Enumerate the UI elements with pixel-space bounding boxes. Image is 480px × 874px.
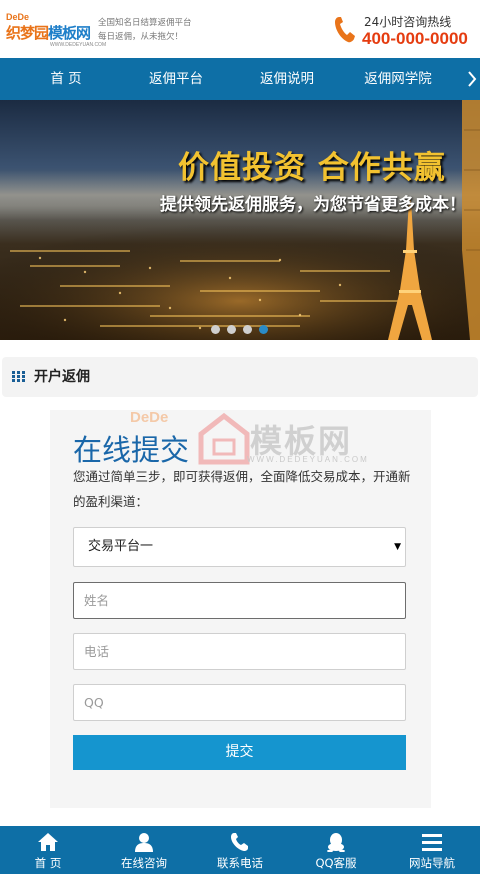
platform-select[interactable]: 交易平台一 ▼	[73, 527, 406, 567]
bottom-nav-label: 网站导航	[409, 856, 455, 870]
bottom-nav: 首 页 在线咨询 联系电话 QQ客服 网站导航	[0, 826, 480, 874]
logo-part3: 模板网	[48, 24, 91, 42]
slider-dot[interactable]	[211, 325, 220, 334]
nav-item-platforms[interactable]: 返佣平台	[126, 58, 226, 100]
phone-icon	[231, 833, 248, 851]
logo-part2: 园	[34, 24, 49, 42]
grid-icon	[12, 371, 25, 382]
form-description: 您通过简单三步，即可获得返佣，全面降低交易成本，开通新的盈利渠道：	[73, 469, 411, 509]
banner-subtitle: 提供领先返佣服务，为您节省更多成本！	[160, 195, 466, 215]
menu-icon	[422, 834, 442, 851]
section-header: 开户返佣	[2, 357, 478, 397]
hotline-number[interactable]: 400-000-0000	[362, 29, 468, 49]
bottom-nav-home[interactable]: 首 页	[0, 826, 96, 874]
name-field[interactable]	[73, 582, 406, 619]
phone-field[interactable]	[73, 633, 406, 670]
logo-dede-text: DeDe	[6, 12, 30, 22]
bottom-nav-phone[interactable]: 联系电话	[192, 826, 288, 874]
bottom-nav-label: 联系电话	[217, 856, 263, 870]
home-icon	[38, 833, 58, 851]
hotline[interactable]: 24小时咨询热线 400-000-0000	[334, 12, 474, 50]
section-title: 开户返佣	[34, 369, 90, 385]
caret-down-icon: ▼	[394, 542, 401, 552]
tagline-line2: 每日返佣，从未拖欠！	[98, 32, 184, 42]
banner-title: 价值投资 合作共赢	[178, 150, 446, 186]
qq-field[interactable]	[73, 684, 406, 721]
bottom-nav-label: 在线咨询	[121, 856, 167, 870]
site-logo[interactable]: DeDe 织梦园模板网 WWW.DEDEYUAN.COM	[6, 12, 106, 48]
slider-dot[interactable]	[227, 325, 236, 334]
bottom-nav-label: 首 页	[34, 856, 62, 870]
nav-item-home[interactable]: 首 页	[16, 58, 116, 100]
watermark-dede: DeDe	[130, 409, 169, 426]
bottom-nav-consult[interactable]: 在线咨询	[96, 826, 192, 874]
form-title: 在线提交	[73, 433, 190, 467]
bottom-nav-qq[interactable]: QQ客服	[288, 826, 384, 874]
qq-icon	[327, 833, 345, 852]
hotline-label: 24小时咨询热线	[364, 15, 452, 29]
user-icon	[135, 833, 153, 852]
tagline-line1: 全国知名日结算返佣平台	[98, 18, 192, 28]
phone-icon	[335, 17, 355, 43]
nav-item-rebate-info[interactable]: 返佣说明	[237, 58, 337, 100]
bottom-nav-sitemap[interactable]: 网站导航	[384, 826, 480, 874]
bottom-nav-label: QQ客服	[315, 856, 357, 870]
slider-dots	[211, 325, 271, 335]
hero-banner[interactable]: 价值投资 合作共赢 提供领先返佣服务，为您节省更多成本！	[0, 100, 480, 340]
platform-select-value: 交易平台一	[88, 539, 154, 554]
main-nav: 首 页 返佣平台 返佣说明 返佣网学院	[0, 58, 480, 100]
slider-dot[interactable]	[243, 325, 252, 334]
header-tagline: 全国知名日结算返佣平台 每日返佣，从未拖欠！	[98, 16, 192, 44]
nav-item-academy[interactable]: 返佣网学院	[348, 58, 448, 100]
site-header: DeDe 织梦园模板网 WWW.DEDEYUAN.COM 全国知名日结算返佣平台…	[0, 0, 480, 58]
submit-button[interactable]: 提交	[73, 735, 406, 770]
logo-wordmark: 织梦园模板网	[6, 22, 91, 43]
watermark-url: WWW.DEDEYUAN.COM	[247, 455, 369, 464]
slider-dot-active[interactable]	[259, 325, 268, 334]
city-night-image	[0, 100, 480, 340]
signup-form-panel: DeDe 模板网 WWW.DEDEYUAN.COM 在线提交 您通过简单三步，即…	[50, 409, 431, 808]
chevron-right-icon[interactable]	[466, 58, 478, 100]
logo-part1: 织梦	[6, 24, 35, 42]
